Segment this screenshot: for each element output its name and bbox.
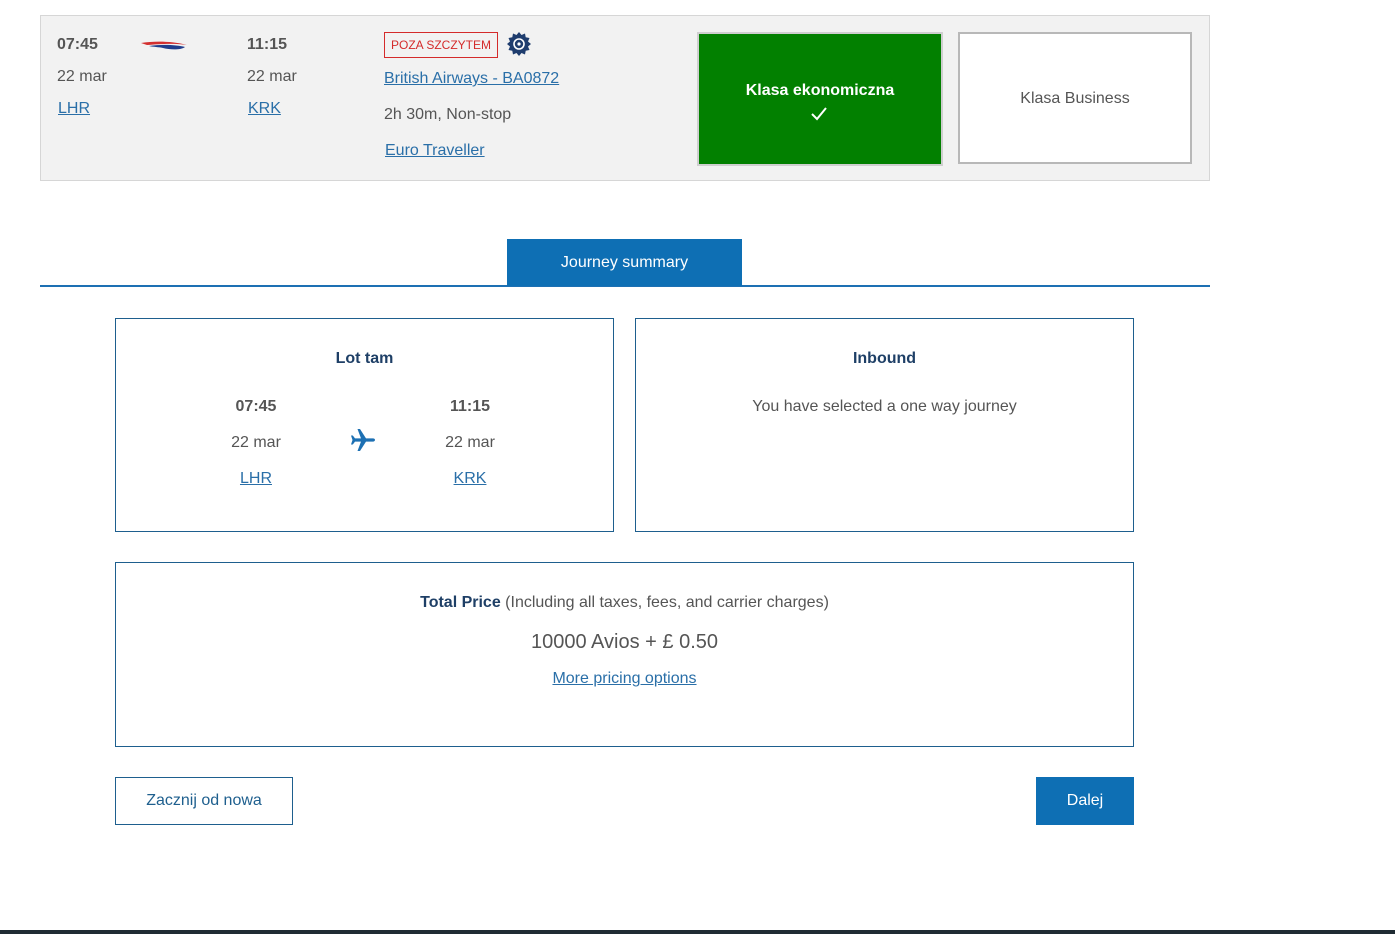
outbound-arrive-time: 11:15 xyxy=(449,398,491,415)
tab-journey-summary[interactable]: Journey summary xyxy=(507,239,742,286)
footer-edge xyxy=(0,930,1395,934)
arrive-date: 22 mar xyxy=(247,68,297,85)
fare-family-link[interactable]: Euro Traveller xyxy=(385,142,485,160)
cabin-option-economy[interactable]: Klasa ekonomiczna xyxy=(697,32,943,166)
outbound-title: Lot tam xyxy=(335,350,394,367)
more-pricing-options-link[interactable]: More pricing options xyxy=(552,670,696,687)
outbound-depart-airport-link[interactable]: LHR xyxy=(206,470,306,488)
arrive-airport-link[interactable]: KRK xyxy=(248,100,281,118)
outbound-depart-date: 22 mar xyxy=(231,434,281,451)
outbound-arrive-date: 22 mar xyxy=(445,434,495,451)
check-icon xyxy=(811,107,827,121)
flight-duration: 2h 30m, Non-stop xyxy=(384,106,512,123)
total-price-box: Total Price (Including all taxes, fees, … xyxy=(115,562,1134,747)
avios-badge-icon xyxy=(507,32,531,56)
british-airways-logo-icon xyxy=(141,41,187,50)
offpeak-badge: POZA SZCZYTEM xyxy=(384,32,499,58)
inbound-title: Inbound xyxy=(852,350,917,367)
total-price-amount: 10000 Avios + £ 0.50 xyxy=(530,631,718,653)
flight-row: 07:45 22 mar LHR 11:15 22 mar KRK POZA S… xyxy=(40,15,1210,181)
cabin-economy-label: Klasa ekonomiczna xyxy=(745,82,895,99)
outbound-summary-box: Lot tam 07:45 22 mar LHR 11:15 22 mar KR… xyxy=(115,318,614,532)
cabin-option-business[interactable]: Klasa Business xyxy=(958,32,1192,164)
flight-number-link[interactable]: British Airways - BA0872 xyxy=(384,70,559,88)
outbound-arrive-airport-link[interactable]: KRK xyxy=(420,470,520,488)
cabin-business-label: Klasa Business xyxy=(1020,90,1130,107)
start-over-button[interactable]: Zacznij od nowa xyxy=(115,777,293,825)
more-pricing-wrap: More pricing options xyxy=(116,670,1133,688)
total-price-note: (Including all taxes, fees, and carrier … xyxy=(500,594,829,611)
continue-button[interactable]: Dalej xyxy=(1036,777,1134,825)
depart-airport-link[interactable]: LHR xyxy=(58,100,90,118)
total-price-heading: Total Price (Including all taxes, fees, … xyxy=(116,594,1133,612)
inbound-summary-box: Inbound You have selected a one way jour… xyxy=(635,318,1134,532)
depart-time: 07:45 xyxy=(57,36,98,53)
total-price-label: Total Price xyxy=(420,594,501,611)
outbound-depart-time: 07:45 xyxy=(235,398,277,415)
depart-date: 22 mar xyxy=(57,68,107,85)
arrive-time: 11:15 xyxy=(247,36,288,53)
plane-icon xyxy=(351,429,375,451)
inbound-message: You have selected a one way journey xyxy=(752,398,1017,415)
